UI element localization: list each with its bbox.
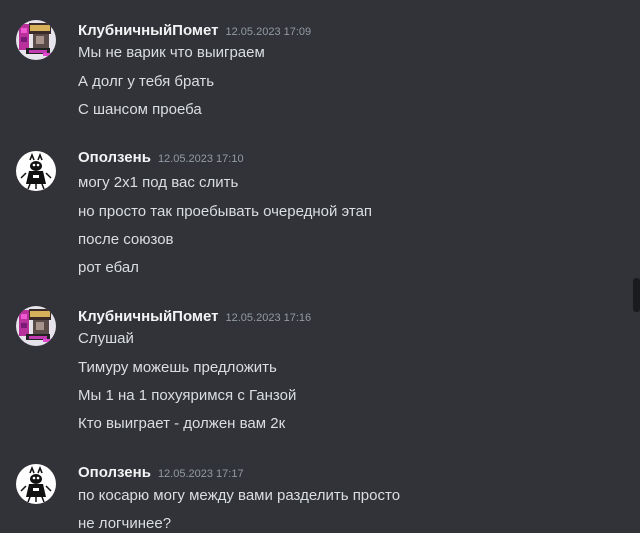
message-header: КлубничныйПомет 12.05.2023 17:16: [78, 306, 311, 328]
message-text: Мы не варик что выиграем: [78, 44, 265, 61]
message-text: рот ебал: [78, 259, 139, 276]
message-text: после союзов: [78, 231, 174, 248]
message-text: не логчинее?: [78, 515, 172, 532]
author-name[interactable]: КлубничныйПомет: [78, 308, 219, 325]
message-header: Оползень 12.05.2023 17:10: [78, 147, 244, 169]
message-header: Оползень 12.05.2023 17:17: [78, 462, 244, 484]
message-header: КлубничныйПомет 12.05.2023 17:09: [78, 20, 311, 42]
author-name[interactable]: КлубничныйПомет: [78, 22, 219, 39]
message-timestamp: 12.05.2023 17:10: [157, 153, 244, 165]
message-text: А долг у тебя брать: [78, 73, 215, 90]
message-text: Кто выиграет - должен вам 2к: [78, 415, 286, 432]
message-text: Слушай: [78, 330, 134, 347]
message-text: но просто так проебывать очередной этап: [78, 203, 373, 220]
message-timestamp: 12.05.2023 17:16: [225, 312, 312, 324]
message-text: Тимуру можешь предложить: [78, 359, 277, 376]
message-timestamp: 12.05.2023 17:09: [225, 26, 312, 38]
message-group: КлубничныйПомет 12.05.2023 17:09 Мы не ва…: [0, 20, 630, 130]
pixel-art-avatar-icon[interactable]: [16, 306, 56, 346]
message-text: могу 2х1 под вас слить: [78, 174, 239, 191]
chat-messages: КлубничныйПомет 12.05.2023 17:09 Мы не ва…: [0, 0, 640, 533]
message-group: Оползень 12.05.2023 17:10 могу 2х1 под ва…: [0, 147, 630, 287]
author-name[interactable]: Оползень: [78, 464, 151, 481]
scrollbar-thumb[interactable]: [633, 278, 640, 312]
message-timestamp: 12.05.2023 17:17: [157, 468, 244, 480]
ink-sketch-avatar-icon[interactable]: [16, 151, 56, 191]
author-name[interactable]: Оползень: [78, 149, 151, 166]
message-group: Оползень 12.05.2023 17:17 по косарю могу …: [0, 462, 630, 533]
message-group: КлубничныйПомет 12.05.2023 17:16 Слушай Т…: [0, 306, 630, 446]
pixel-art-avatar-icon[interactable]: [16, 20, 56, 60]
ink-sketch-avatar-icon[interactable]: [16, 464, 56, 504]
message-text: по косарю могу между вами разделить прос…: [78, 487, 401, 504]
message-text: Мы 1 на 1 похуяримся с Ганзой: [78, 387, 297, 404]
message-text: С шансом проеба: [78, 101, 202, 118]
